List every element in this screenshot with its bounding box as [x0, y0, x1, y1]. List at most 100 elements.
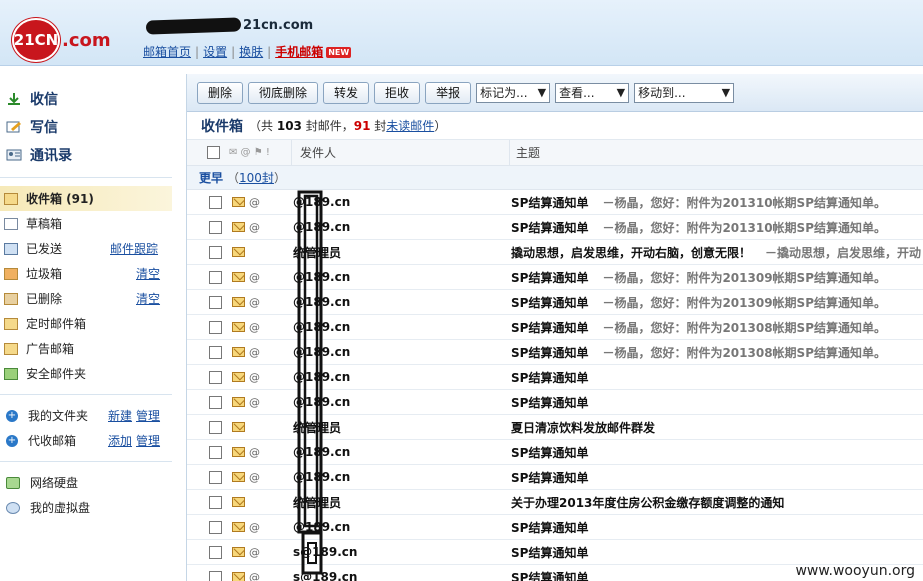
row-sender[interactable]: @189.cn	[293, 370, 511, 384]
row-sender[interactable]: @189.cn	[293, 195, 511, 209]
row-subject[interactable]: SP结算通知单	[511, 294, 588, 311]
row-sender[interactable]: @189.cn	[293, 220, 511, 234]
table-row[interactable]: 统管理员 关于办理2013年度住房公积金缴存额度调整的通知	[187, 490, 923, 515]
row-subject[interactable]: SP结算通知单	[511, 219, 588, 236]
row-subject[interactable]: SP结算通知单	[511, 269, 588, 286]
view-select[interactable]: 查看... ▼	[555, 82, 630, 103]
row-checkbox[interactable]	[209, 320, 222, 334]
mark-as-select[interactable]: 标记为... ▼	[476, 82, 551, 103]
row-sender[interactable]: 统管理员	[293, 244, 511, 261]
row-subject[interactable]: SP结算通知单	[511, 319, 588, 336]
row-subject[interactable]: SP结算通知单	[511, 394, 588, 411]
link-mail-home[interactable]: 邮箱首页	[143, 45, 191, 59]
report-button[interactable]: 举报	[425, 81, 472, 104]
row-subject[interactable]: SP结算通知单	[511, 519, 588, 536]
row-checkbox[interactable]	[209, 470, 222, 484]
row-sender[interactable]: @189.cn	[293, 520, 511, 534]
row-sender[interactable]: @189.cn	[293, 470, 511, 484]
row-checkbox[interactable]	[209, 445, 222, 459]
table-row[interactable]: @ @189.cn SP结算通知单 －杨晶，您好：附件为201310帐期SP结算通知单…	[187, 215, 923, 240]
col-subject[interactable]: 主题	[509, 139, 923, 166]
table-row[interactable]: @ @189.cn SP结算通知单 －杨晶，您好：附件为201308帐期SP结算通知单…	[187, 315, 923, 340]
reject-button[interactable]: 拒收	[374, 81, 421, 104]
row-sender[interactable]: @189.cn	[293, 445, 511, 459]
delete-button[interactable]: 删除	[197, 81, 244, 104]
row-checkbox[interactable]	[209, 395, 222, 409]
link-skin[interactable]: 换肤	[239, 45, 263, 59]
row-subject[interactable]: SP结算通知单	[511, 444, 588, 461]
folder-ads[interactable]: 广告邮箱	[0, 336, 172, 361]
table-row[interactable]: @ @189.cn SP结算通知单 －杨晶，您好：附件为201309帐期SP结算通知单…	[187, 290, 923, 315]
my-folders[interactable]: + 我的文件夹 新建 管理	[0, 403, 172, 428]
row-checkbox[interactable]	[209, 295, 222, 309]
row-sender[interactable]: s@189.cn	[293, 545, 511, 559]
row-checkbox[interactable]	[209, 520, 222, 534]
table-row[interactable]: @ @189.cn SP结算通知单	[187, 465, 923, 490]
expand-plus-icon[interactable]: +	[6, 409, 18, 422]
row-sender[interactable]: @189.cn	[293, 295, 511, 309]
row-sender[interactable]: @189.cn	[293, 270, 511, 284]
folder-secure[interactable]: 安全邮件夹	[0, 361, 172, 386]
row-checkbox[interactable]	[209, 495, 222, 509]
permanent-delete-button[interactable]: 彻底删除	[248, 81, 319, 104]
row-subject[interactable]: 夏日清凉饮料发放邮件群发	[511, 419, 655, 436]
table-row[interactable]: 统管理员 夏日清凉饮料发放邮件群发	[187, 415, 923, 440]
forward-button[interactable]: 转发	[323, 81, 370, 104]
network-disk[interactable]: 网络硬盘	[0, 470, 172, 495]
row-subject[interactable]: SP结算通知单	[511, 569, 588, 581]
empty-spam-link[interactable]: 清空	[136, 265, 160, 282]
row-subject[interactable]: 撬动思想，启发思维，开动右脑，创意无限！	[511, 244, 751, 261]
mail-tracking-link[interactable]: 邮件跟踪	[110, 240, 158, 257]
row-subject[interactable]: SP结算通知单	[511, 369, 588, 386]
folder-inbox[interactable]: 收件箱 (91)	[0, 186, 172, 211]
table-row[interactable]: @ @189.cn SP结算通知单 －杨晶，您好：附件为201308帐期SP结算通知单…	[187, 340, 923, 365]
row-subject[interactable]: SP结算通知单	[511, 544, 588, 561]
table-row[interactable]: @ @189.cn SP结算通知单	[187, 515, 923, 540]
row-sender[interactable]: @189.cn	[293, 395, 511, 409]
unread-mail-link[interactable]: 未读邮件	[386, 119, 434, 133]
manage-proxy-link[interactable]: 管理	[136, 432, 160, 449]
row-checkbox[interactable]	[209, 345, 222, 359]
group-count-link[interactable]: 100封	[239, 171, 274, 185]
sidebar-receive[interactable]: 收信	[0, 85, 172, 113]
select-all-checkbox[interactable]	[207, 146, 220, 159]
row-subject[interactable]: SP结算通知单	[511, 344, 588, 361]
row-sender[interactable]: s@189.cn	[293, 570, 511, 581]
row-checkbox[interactable]	[209, 370, 222, 384]
logo[interactable]: 21CN .com	[12, 18, 111, 62]
empty-trash-link[interactable]: 清空	[136, 290, 160, 307]
move-to-select[interactable]: 移动到... ▼	[634, 82, 735, 103]
manage-folders-link[interactable]: 管理	[136, 407, 160, 424]
row-subject[interactable]: SP结算通知单	[511, 469, 588, 486]
row-checkbox[interactable]	[209, 195, 222, 209]
row-sender[interactable]: @189.cn	[293, 320, 511, 334]
new-folder-link[interactable]: 新建	[108, 407, 132, 424]
folder-drafts[interactable]: 草稿箱	[0, 211, 172, 236]
folder-trash[interactable]: 已删除 清空	[0, 286, 172, 311]
row-checkbox[interactable]	[209, 545, 222, 559]
proxy-mailbox[interactable]: + 代收邮箱 添加 管理	[0, 428, 172, 453]
link-settings[interactable]: 设置	[203, 45, 227, 59]
row-checkbox[interactable]	[209, 270, 222, 284]
row-checkbox[interactable]	[209, 220, 222, 234]
folder-scheduled[interactable]: 定时邮件箱	[0, 311, 172, 336]
add-proxy-link[interactable]: 添加	[108, 432, 132, 449]
row-subject[interactable]: 关于办理2013年度住房公积金缴存额度调整的通知	[511, 494, 784, 511]
col-sender[interactable]: 发件人	[291, 139, 509, 166]
row-checkbox[interactable]	[209, 570, 222, 581]
row-subject[interactable]: SP结算通知单	[511, 194, 588, 211]
virtual-disk[interactable]: 我的虚拟盘	[0, 495, 172, 520]
table-row[interactable]: @ @189.cn SP结算通知单	[187, 365, 923, 390]
row-sender[interactable]: @189.cn	[293, 345, 511, 359]
row-checkbox[interactable]	[209, 420, 222, 434]
table-row[interactable]: @ @189.cn SP结算通知单 －杨晶，您好：附件为201310帐期SP结算通知单…	[187, 190, 923, 215]
table-row[interactable]: 统管理员 撬动思想，启发思维，开动右脑，创意无限！ －撬动思想，启发思维，开动	[187, 240, 923, 265]
table-row[interactable]: @ @189.cn SP结算通知单	[187, 390, 923, 415]
sidebar-contacts[interactable]: 通讯录	[0, 141, 172, 169]
table-row[interactable]: @ @189.cn SP结算通知单 －杨晶，您好：附件为201309帐期SP结算通知单…	[187, 265, 923, 290]
link-mobile-mail[interactable]: 手机邮箱	[275, 45, 323, 59]
row-sender[interactable]: 统管理员	[293, 494, 511, 511]
expand-plus-icon[interactable]: +	[6, 434, 18, 447]
sidebar-compose[interactable]: 写信	[0, 113, 172, 141]
folder-spam[interactable]: 垃圾箱 清空	[0, 261, 172, 286]
